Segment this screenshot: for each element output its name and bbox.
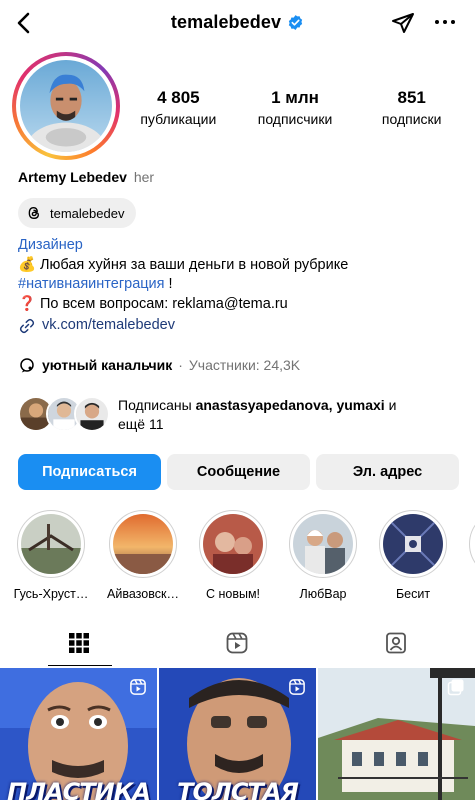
highlight-item[interactable]: С новым!	[188, 510, 278, 601]
profile-tabs	[0, 620, 475, 666]
threads-icon	[28, 206, 40, 220]
channel-separator: ·	[178, 357, 183, 373]
channel-name: уютный канальчик	[42, 357, 173, 373]
posts-count: 4 805	[157, 88, 200, 107]
top-bar: temalebedev	[0, 0, 475, 46]
send-icon[interactable]	[391, 11, 415, 35]
profile-bio: Дизайнер 💰 Любая хуйня за ваши деньги в …	[18, 236, 468, 336]
followed-names: anastasyapedanova, yumaxi	[195, 397, 385, 413]
verified-badge-icon	[288, 15, 303, 30]
followed-by-text: Подписаны anastasyapedanova, yumaxi и ещ…	[118, 396, 448, 434]
stat-followers[interactable]: 1 млн подписчики	[237, 88, 354, 128]
stat-posts[interactable]: 4 805 публикации	[120, 88, 237, 128]
question-mark-icon: ❓	[18, 295, 37, 312]
mutual-avatars	[18, 396, 110, 434]
highlight-item[interactable]: Айвазовск…	[98, 510, 188, 601]
follow-button[interactable]: Подписаться	[18, 454, 161, 490]
email-button[interactable]: Эл. адрес	[316, 454, 459, 490]
money-bag-icon: 💰	[18, 256, 37, 273]
profile-username: temalebedev	[170, 12, 282, 32]
following-label: подписки	[381, 111, 442, 127]
followed-by[interactable]: Подписаны anastasyapedanova, yumaxi и ещ…	[18, 396, 448, 434]
threads-handle: temalebedev	[50, 205, 125, 221]
tagged-icon	[385, 632, 406, 654]
profile-name: Artemy Lebedev	[18, 169, 127, 185]
more-options-icon[interactable]	[435, 20, 455, 26]
profile-stats: 4 805 публикации 1 млн подписчики 851 по…	[120, 88, 470, 128]
reel-badge-icon	[289, 679, 305, 695]
message-button[interactable]: Сообщение	[167, 454, 310, 490]
highlight-cover-1	[21, 514, 81, 574]
carousel-badge-icon	[447, 679, 464, 696]
mutual-avatar-3	[74, 396, 110, 432]
post-caption: ТОЛСТАЯ	[177, 778, 299, 800]
followed-more: ещё 11	[118, 416, 164, 432]
stat-following[interactable]: 851 подписки	[353, 88, 470, 128]
profile-avatar[interactable]	[12, 52, 120, 178]
channel-icon	[20, 358, 34, 373]
story-highlights: Гусь-Хруст… Айвазовск… С новым! ЛюбВар Б…	[0, 510, 475, 610]
threads-badge[interactable]: temalebedev	[18, 198, 137, 228]
avatar-photo	[20, 60, 112, 178]
highlight-item[interactable]: Гусь-Хруст…	[6, 510, 96, 601]
highlight-cover-2	[113, 514, 173, 574]
highlight-item[interactable]	[458, 510, 475, 578]
profile-link-text: vk.com/temalebedev	[42, 317, 175, 333]
highlight-item[interactable]: ЛюбВар	[278, 510, 368, 601]
post-thumbnail[interactable]	[318, 668, 475, 800]
reel-badge-icon	[130, 679, 146, 695]
link-icon	[19, 318, 35, 333]
channel-members: Участники: 24,3K	[188, 357, 301, 373]
post-thumbnail[interactable]: ТОЛСТАЯ	[159, 668, 316, 800]
grid-icon	[69, 633, 90, 653]
followers-count: 1 млн	[271, 88, 319, 107]
highlight-label: ЛюбВар	[299, 587, 347, 601]
action-buttons: Подписаться Сообщение Эл. адрес	[18, 454, 460, 490]
highlight-label: С новым!	[205, 587, 261, 601]
bio-line-1: Любая хуйня за ваши деньги в новой рубри…	[40, 256, 349, 273]
highlight-label: Бесит	[395, 587, 431, 601]
profile-link[interactable]: vk.com/temalebedev	[18, 316, 468, 336]
posts-label: публикации	[140, 111, 217, 127]
reels-icon	[227, 632, 248, 654]
profile-pronouns: her	[133, 169, 155, 185]
highlight-cover-3	[203, 514, 263, 574]
highlight-cover-4	[293, 514, 353, 574]
followed-suffix: и	[384, 397, 397, 413]
broadcast-channel[interactable]: уютный канальчик · Участники: 24,3K	[18, 356, 300, 374]
post-thumbnail[interactable]: ПЛАСТИКА	[0, 668, 157, 800]
highlight-item[interactable]: Бесит	[368, 510, 458, 601]
highlight-label: Айвазовск…	[107, 587, 179, 601]
profile-category[interactable]: Дизайнер	[18, 236, 468, 256]
bio-hashtag[interactable]: #нативнаяинтеграция	[18, 275, 165, 295]
followers-label: подписчики	[257, 111, 333, 127]
post-caption: ПЛАСТИКА	[7, 778, 151, 800]
tab-tagged[interactable]	[317, 620, 475, 666]
bio-hashtag-suffix: !	[164, 276, 173, 292]
bio-line-3: По всем вопросам: reklama@tema.ru	[40, 295, 288, 312]
posts-grid: ПЛАСТИКА ТОЛСТАЯ	[0, 668, 475, 800]
profile-name-line: Artemy Lebedev her	[18, 169, 154, 185]
tab-posts[interactable]	[0, 620, 158, 666]
highlight-label: Гусь-Хруст…	[13, 587, 89, 601]
tab-reels[interactable]	[158, 620, 316, 666]
followed-prefix: Подписаны	[118, 397, 196, 413]
highlight-cover-5	[382, 513, 444, 575]
following-count: 851	[397, 88, 426, 107]
